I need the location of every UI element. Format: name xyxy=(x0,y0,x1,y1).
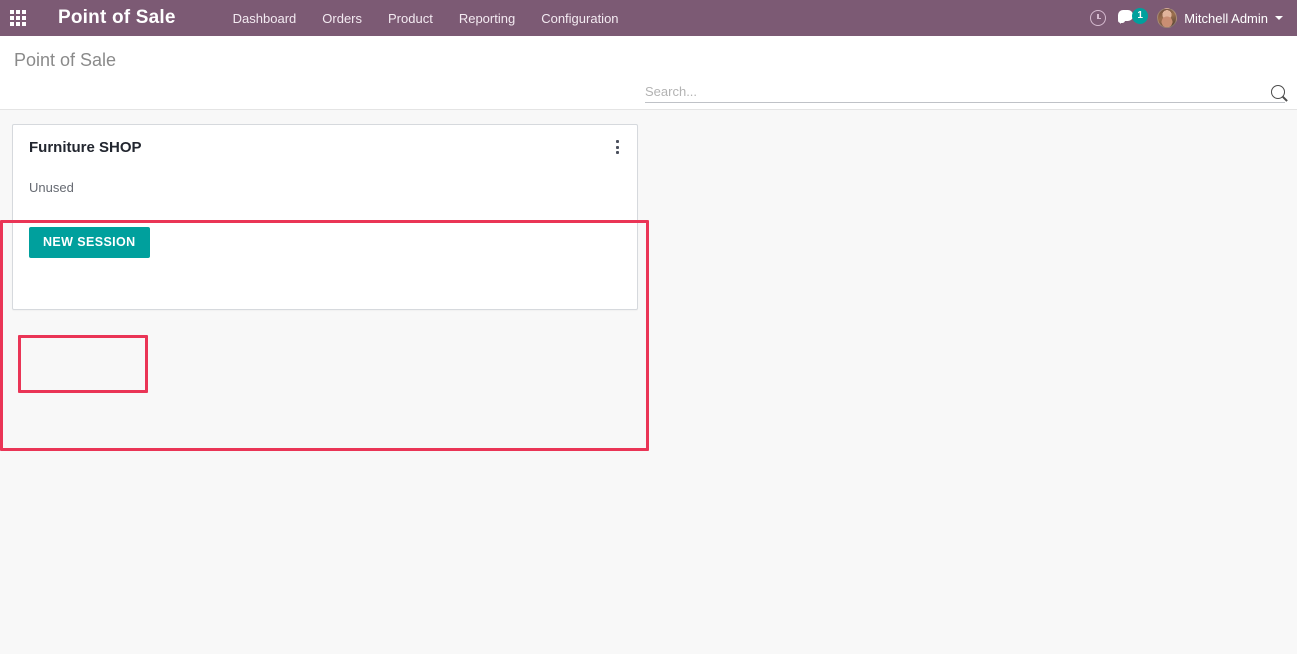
navbar-right-tools: 1 Mitchell Admin xyxy=(1081,0,1287,36)
messages-bubble-large-icon xyxy=(1118,10,1134,24)
search-icon[interactable] xyxy=(1271,84,1285,99)
messages-icon: 1 xyxy=(1117,8,1149,28)
menu-item-configuration[interactable]: Configuration xyxy=(528,2,631,35)
main-menu: Dashboard Orders Product Reporting Confi… xyxy=(220,2,632,35)
control-panel-top-row: Point of Sale xyxy=(0,36,1297,82)
pos-config-card[interactable]: Furniture SHOP Unused NEW SESSION xyxy=(12,124,638,310)
menu-item-dashboard[interactable]: Dashboard xyxy=(220,2,310,35)
app-brand-title: Point of Sale xyxy=(58,7,176,28)
activity-menu-button[interactable] xyxy=(1081,0,1115,36)
messaging-menu-button[interactable]: 1 xyxy=(1115,0,1149,36)
top-navbar: Point of Sale Dashboard Orders Product R… xyxy=(0,0,1297,36)
breadcrumb[interactable]: Point of Sale xyxy=(0,36,116,71)
kanban-content-area: Furniture SHOP Unused NEW SESSION xyxy=(0,110,1297,654)
search-input[interactable] xyxy=(645,84,1265,99)
menu-item-orders[interactable]: Orders xyxy=(309,2,375,35)
menu-item-product[interactable]: Product xyxy=(375,2,446,35)
status-badge: Unused xyxy=(29,180,74,195)
pos-config-name: Furniture SHOP xyxy=(29,139,142,156)
user-menu[interactable]: Mitchell Admin xyxy=(1149,0,1287,36)
messages-counter-badge: 1 xyxy=(1132,8,1149,24)
new-session-button[interactable]: NEW SESSION xyxy=(29,227,150,258)
menu-item-reporting[interactable]: Reporting xyxy=(446,2,528,35)
apps-grid-icon xyxy=(10,10,26,26)
control-panel: Point of Sale Filters Group By ★ Favorit… xyxy=(0,36,1297,150)
search-view xyxy=(645,84,1285,103)
kanban-column: Furniture SHOP Unused NEW SESSION xyxy=(0,110,1297,310)
clock-icon xyxy=(1090,10,1107,26)
chevron-down-icon xyxy=(1275,16,1283,20)
user-name-label: Mitchell Admin xyxy=(1184,10,1268,26)
kebab-menu-icon[interactable] xyxy=(609,137,625,157)
new-session-button-highlight xyxy=(18,335,148,393)
avatar xyxy=(1157,8,1178,28)
apps-menu-button[interactable] xyxy=(0,0,36,36)
